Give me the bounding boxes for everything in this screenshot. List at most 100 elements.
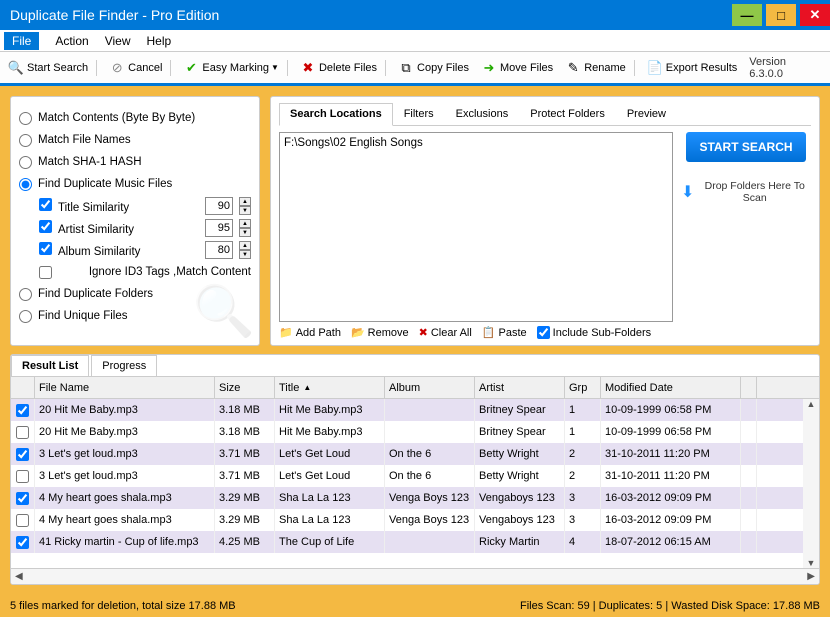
col-album[interactable]: Album	[385, 377, 475, 398]
menu-view[interactable]: View	[105, 34, 131, 48]
cell-album: Venga Boys 123	[385, 509, 475, 531]
cell-grp: 2	[565, 465, 601, 487]
col-grp[interactable]: Grp	[565, 377, 601, 398]
tab-result-list[interactable]: Result List	[11, 355, 89, 376]
paste-button[interactable]: 📋Paste	[482, 326, 527, 339]
cell-size: 3.29 MB	[215, 487, 275, 509]
table-row[interactable]: 3 Let's get loud.mp33.71 MBLet's Get Lou…	[11, 443, 819, 465]
maximize-button[interactable]: □	[766, 4, 796, 26]
cancel-button[interactable]: ⊘Cancel	[109, 60, 171, 76]
add-path-button[interactable]: 📁Add Path	[279, 326, 341, 339]
table-row[interactable]: 3 Let's get loud.mp33.71 MBLet's Get Lou…	[11, 465, 819, 487]
table-row[interactable]: 20 Hit Me Baby.mp33.18 MBHit Me Baby.mp3…	[11, 421, 819, 443]
title-similarity-value[interactable]	[205, 197, 233, 215]
table-row[interactable]: 4 My heart goes shala.mp33.29 MBSha La L…	[11, 487, 819, 509]
cell-size: 3.29 MB	[215, 509, 275, 531]
cell-album: Venga Boys 123	[385, 487, 475, 509]
album-similarity-value[interactable]	[205, 241, 233, 259]
row-check[interactable]	[16, 404, 29, 417]
cell-title: The Cup of Life	[275, 531, 385, 553]
col-title[interactable]: Title	[275, 377, 385, 398]
table-row[interactable]: 20 Hit Me Baby.mp33.18 MBHit Me Baby.mp3…	[11, 399, 819, 421]
close-button[interactable]: ✕	[800, 4, 830, 26]
col-filename[interactable]: File Name	[35, 377, 215, 398]
cell-filename: 41 Ricky martin - Cup of life.mp3	[35, 531, 215, 553]
cell-title: Sha La La 123	[275, 487, 385, 509]
cell-grp: 3	[565, 509, 601, 531]
locations-list[interactable]: F:\Songs\02 English Songs	[279, 132, 673, 322]
album-similarity-check[interactable]: Album Similarity	[39, 242, 140, 258]
rename-button[interactable]: ✎Rename	[565, 60, 635, 76]
delete-icon: ✖	[300, 60, 316, 76]
version-label: Version 6.3.0.0	[749, 56, 822, 80]
tab-search-locations[interactable]: Search Locations	[279, 103, 393, 126]
cell-title: Hit Me Baby.mp3	[275, 421, 385, 443]
easy-marking-button[interactable]: ✔Easy Marking▼	[183, 60, 288, 76]
minimize-button[interactable]: —	[732, 4, 762, 26]
match-sha1-radio[interactable]: Match SHA-1 HASH	[19, 151, 251, 173]
tab-protect-folders[interactable]: Protect Folders	[519, 103, 616, 125]
row-check[interactable]	[16, 448, 29, 461]
toolbar: 🔍Start Search ⊘Cancel ✔Easy Marking▼ ✖De…	[0, 52, 830, 86]
cell-filename: 3 Let's get loud.mp3	[35, 443, 215, 465]
remove-path-button[interactable]: 📂Remove	[351, 326, 409, 339]
cell-album	[385, 399, 475, 421]
cell-filename: 20 Hit Me Baby.mp3	[35, 421, 215, 443]
ignore-id3-check[interactable]: Ignore ID3 Tags ,Match Content	[39, 261, 251, 283]
cell-album	[385, 531, 475, 553]
cell-modified: 18-07-2012 06:15 AM	[601, 531, 741, 553]
cell-album	[385, 421, 475, 443]
tab-progress[interactable]: Progress	[91, 355, 157, 376]
cell-grp: 2	[565, 443, 601, 465]
row-check[interactable]	[16, 470, 29, 483]
col-check[interactable]	[11, 377, 35, 398]
cell-artist: Vengaboys 123	[475, 509, 565, 531]
find-duplicate-music-radio[interactable]: Find Duplicate Music Files	[19, 173, 251, 195]
paste-icon: 📋	[482, 326, 496, 339]
tab-preview[interactable]: Preview	[616, 103, 677, 125]
match-contents-radio[interactable]: Match Contents (Byte By Byte)	[19, 107, 251, 129]
spin-down-icon[interactable]: ▼	[239, 206, 251, 215]
row-check[interactable]	[16, 426, 29, 439]
row-check[interactable]	[16, 514, 29, 527]
status-bar: 5 files marked for deletion, total size …	[0, 595, 830, 617]
row-check[interactable]	[16, 536, 29, 549]
start-search-big-button[interactable]: START SEARCH	[686, 132, 806, 162]
artist-similarity-check[interactable]: Artist Similarity	[39, 220, 134, 236]
artist-similarity-value[interactable]	[205, 219, 233, 237]
export-results-button[interactable]: 📄Export Results	[647, 60, 738, 76]
start-search-button[interactable]: 🔍Start Search	[8, 60, 97, 76]
include-subfolders-check[interactable]: Include Sub-Folders	[537, 326, 651, 339]
row-check[interactable]	[16, 492, 29, 505]
table-row[interactable]: 41 Ricky martin - Cup of life.mp34.25 MB…	[11, 531, 819, 553]
clear-all-button[interactable]: ✖Clear All	[419, 326, 472, 339]
spin-up-icon[interactable]: ▲	[239, 197, 251, 206]
copy-files-button[interactable]: ⧉Copy Files	[398, 60, 469, 76]
find-duplicate-folders-radio[interactable]: Find Duplicate Folders	[19, 283, 251, 305]
locations-panel: Search Locations Filters Exclusions Prot…	[270, 96, 820, 346]
title-similarity-check[interactable]: Title Similarity	[39, 198, 129, 214]
find-unique-files-radio[interactable]: Find Unique Files	[19, 305, 251, 327]
vertical-scrollbar[interactable]: ▲▼	[803, 399, 819, 568]
cell-filename: 4 My heart goes shala.mp3	[35, 487, 215, 509]
table-row[interactable]: 4 My heart goes shala.mp33.29 MBSha La L…	[11, 509, 819, 531]
tab-exclusions[interactable]: Exclusions	[445, 103, 520, 125]
col-size[interactable]: Size	[215, 377, 275, 398]
cell-album: On the 6	[385, 465, 475, 487]
location-path[interactable]: F:\Songs\02 English Songs	[284, 137, 668, 149]
results-panel: Result List Progress File Name Size Titl…	[10, 354, 820, 585]
tab-filters[interactable]: Filters	[393, 103, 445, 125]
horizontal-scrollbar[interactable]: ◀▶	[11, 568, 819, 584]
menu-action[interactable]: Action	[55, 34, 88, 48]
drop-folders-hint: ⬇Drop Folders Here To Scan	[681, 180, 811, 204]
col-modified[interactable]: Modified Date	[601, 377, 741, 398]
delete-files-button[interactable]: ✖Delete Files	[300, 60, 386, 76]
menu-help[interactable]: Help	[147, 34, 172, 48]
col-artist[interactable]: Artist	[475, 377, 565, 398]
status-right: Files Scan: 59 | Duplicates: 5 | Wasted …	[520, 600, 820, 612]
move-files-button[interactable]: ➜Move Files	[481, 60, 553, 76]
menu-file[interactable]: File	[4, 32, 39, 50]
match-filenames-radio[interactable]: Match File Names	[19, 129, 251, 151]
cell-size: 3.18 MB	[215, 399, 275, 421]
window-title: Duplicate File Finder - Pro Edition	[10, 7, 728, 23]
